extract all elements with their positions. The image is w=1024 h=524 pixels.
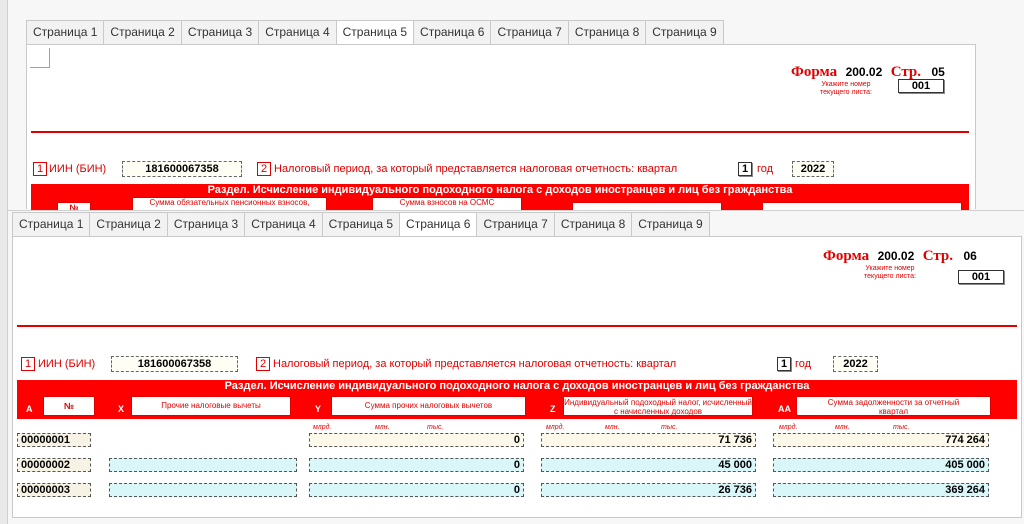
col-a-letter: A [26, 404, 33, 414]
tab-page-5[interactable]: Страница 5 [321, 212, 401, 236]
str-word: Стр. [890, 64, 922, 80]
str-word: Стр. [922, 248, 954, 264]
row-2-z-value[interactable]: 45 000 [541, 458, 756, 472]
sheet-number-input[interactable]: 001 [958, 270, 1004, 284]
year-input[interactable]: 2022 [833, 356, 878, 372]
page-number: 06 [963, 249, 977, 263]
header-rule [31, 131, 969, 133]
tab-page-7[interactable]: Страница 7 [490, 20, 569, 44]
year-label: год [757, 163, 774, 175]
col-y-header: Сумма прочих налоговых вычетов [331, 396, 526, 416]
tab-page-4[interactable]: Страница 4 [258, 20, 337, 44]
front-page-tabs: Страница 1 Страница 2 Страница 3 Страница 4… [12, 212, 710, 237]
row-3-x-value[interactable] [109, 483, 297, 497]
row-2-y-value[interactable]: 0 [309, 458, 524, 472]
tab-page-1[interactable]: Страница 1 [26, 20, 105, 44]
row-2-x-value[interactable] [109, 458, 297, 472]
header-rule [17, 325, 1017, 327]
forma-word: Форма [823, 248, 870, 264]
iin-input[interactable]: 181600067358 [122, 161, 242, 177]
year-input[interactable]: 2022 [792, 161, 834, 177]
row-2-number[interactable]: 00000002 [17, 458, 91, 472]
col-x-letter: X [118, 404, 125, 414]
row-1-aa-value[interactable]: 774 264 [773, 433, 989, 447]
forma-code: 200.02 [845, 65, 883, 79]
row-1-y-value[interactable]: 0 [309, 433, 524, 447]
tab-page-9[interactable]: Страница 9 [645, 20, 724, 44]
section-title: Раздел. Исчисление индивидуального подох… [31, 184, 969, 197]
row-1-z-value[interactable]: 71 736 [541, 433, 756, 447]
col-y-letter: Y [315, 404, 322, 414]
col-z-letter: Z [550, 404, 556, 414]
front-page-form: Форма 200.02 Стр. 06 Укажите номер текущ… [12, 236, 1022, 518]
row-3-aa-value[interactable]: 369 264 [773, 483, 989, 497]
tab-page-3[interactable]: Страница 3 [166, 212, 246, 236]
units-aa-mln: млн. [835, 424, 850, 431]
units-z-ths: тыс. [661, 424, 678, 431]
tab-page-2[interactable]: Страница 2 [103, 20, 182, 44]
back-col-c-box: Сумма взносов на ОСМС [372, 197, 522, 210]
row-1-number[interactable]: 00000001 [17, 433, 91, 447]
form-header: Форма 200.02 Стр. 06 [823, 247, 977, 265]
col-aa-letter: AA [778, 404, 791, 414]
left-window-edge [0, 0, 8, 524]
back-page-tabs: Страница 1 Страница 2 Страница 3 Страница 4… [26, 20, 724, 45]
period-label: Налоговый период, за который представляе… [273, 358, 677, 370]
back-col-b-box: Сумма обязательных пенсионных взносов, [132, 197, 327, 210]
forma-word: Форма [791, 64, 838, 80]
back-page-form: Форма 200.02 Стр. 05 Укажите номер текущ… [26, 44, 976, 212]
row-3-z-value[interactable]: 26 736 [541, 483, 756, 497]
tab-page-4[interactable]: Страница 4 [244, 212, 323, 236]
units-z-bln: млрд. [546, 424, 565, 431]
units-y-mln: млн. [375, 424, 390, 431]
year-label: год [795, 358, 812, 370]
units-y-ths: тыс. [427, 424, 444, 431]
col-z-header: Индивидуальный подоходный налог, исчисле… [563, 396, 753, 416]
col-x-header: Прочие налоговые вычеты [131, 396, 291, 416]
col-a-header: № [43, 396, 95, 416]
corner-marker [30, 48, 50, 68]
forma-code: 200.02 [877, 249, 915, 263]
tab-page-6[interactable]: Страница 6 [399, 212, 478, 237]
units-y-bln: млрд. [313, 424, 332, 431]
quarter-input[interactable]: 1 [777, 357, 791, 371]
tab-page-1[interactable]: Страница 1 [12, 212, 91, 236]
iin-label-number: 1 [33, 162, 47, 176]
tab-page-8[interactable]: Страница 8 [553, 212, 633, 236]
page-number: 05 [931, 65, 945, 79]
tab-page-5[interactable]: Страница 5 [335, 20, 415, 45]
iin-label: ИИН (БИН) [49, 163, 107, 175]
back-col-a-box: № [57, 202, 91, 212]
sheet-hint: Укажите номер текущего листа: [820, 81, 872, 96]
quarter-input[interactable]: 1 [738, 162, 752, 176]
sheet-hint: Укажите номер текущего листа: [864, 265, 916, 280]
tab-page-8[interactable]: Страница 8 [567, 20, 647, 44]
iin-label-number: 1 [21, 357, 35, 371]
units-aa-ths: тыс. [893, 424, 910, 431]
back-col-d-box [572, 202, 722, 210]
period-label-number: 2 [256, 357, 270, 371]
col-aa-header: Сумма задолженности за отчетный квартал [796, 396, 991, 416]
tab-page-9[interactable]: Страница 9 [631, 212, 710, 236]
row-2-aa-value[interactable]: 405 000 [773, 458, 989, 472]
period-label: Налоговый период, за который представляе… [274, 163, 678, 175]
tab-page-6[interactable]: Страница 6 [413, 20, 492, 44]
iin-input[interactable]: 181600067358 [111, 356, 238, 372]
row-3-number[interactable]: 00000003 [17, 483, 91, 497]
row-3-y-value[interactable]: 0 [309, 483, 524, 497]
iin-label: ИИН (БИН) [38, 358, 96, 370]
units-z-mln: млн. [605, 424, 620, 431]
period-label-number: 2 [257, 162, 271, 176]
back-col-e-box [762, 202, 962, 210]
tab-page-2[interactable]: Страница 2 [89, 212, 168, 236]
sheet-number-input[interactable]: 001 [898, 79, 944, 93]
tab-page-7[interactable]: Страница 7 [476, 212, 555, 236]
units-aa-bln: млрд. [779, 424, 798, 431]
section-title: Раздел. Исчисление индивидуального подох… [17, 380, 1017, 393]
tab-page-3[interactable]: Страница 3 [180, 20, 260, 44]
